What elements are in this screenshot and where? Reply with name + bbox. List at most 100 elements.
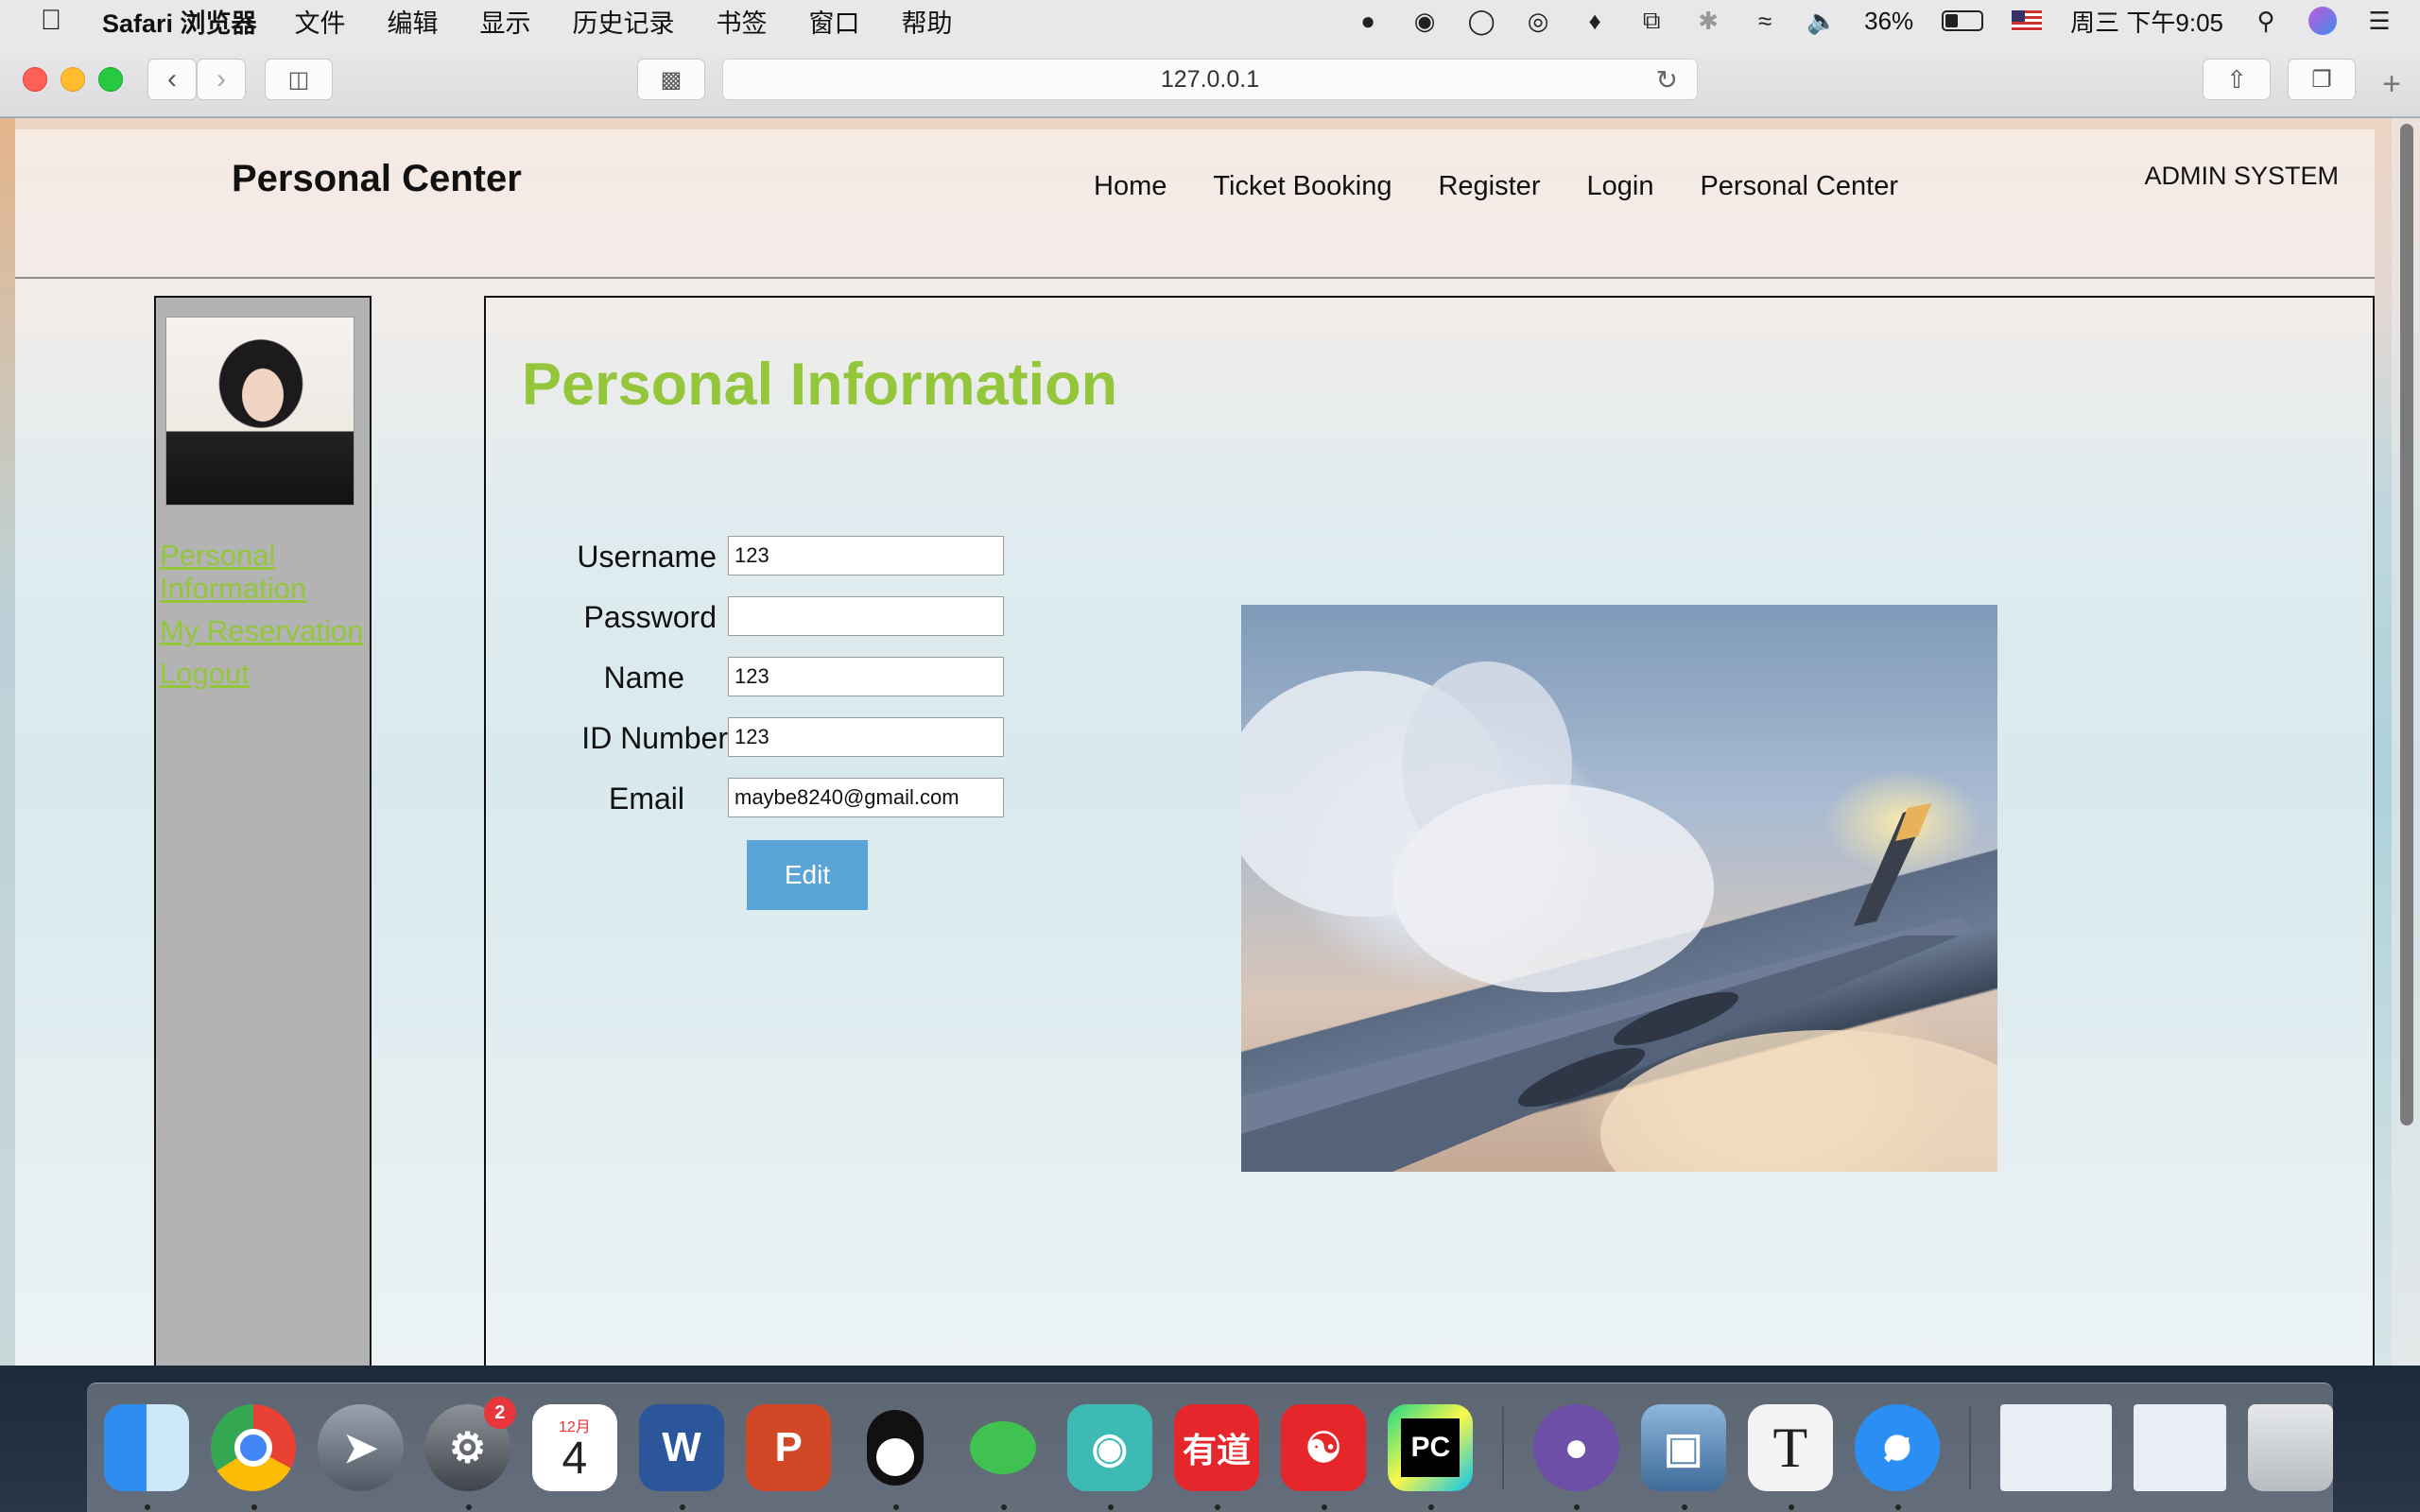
chrome-icon[interactable] xyxy=(211,1404,297,1510)
menu-view[interactable]: 显示 xyxy=(480,3,531,40)
background-strip xyxy=(0,118,15,1366)
siri-icon[interactable] xyxy=(2308,7,2337,35)
back-button[interactable]: ‹ xyxy=(147,59,197,100)
status-tray: ● ◉ ◯ ◎ ♦ ⧉ ✱ ≈ 🔈 36% 周三 下午9:05 ⚲ ☰ xyxy=(1354,4,2420,39)
id-number-field[interactable] xyxy=(728,717,1004,757)
email-field[interactable] xyxy=(728,778,1004,817)
menubar-clock[interactable]: 周三 下午9:05 xyxy=(2070,4,2223,39)
battery-percent: 36% xyxy=(1864,6,1914,35)
form-row-email: Email xyxy=(533,778,1006,819)
sidebar-link-personal-information[interactable]: Personal Information xyxy=(160,539,370,605)
bluetooth-icon[interactable]: ✱ xyxy=(1694,7,1722,35)
menu-bookmarks[interactable]: 书签 xyxy=(717,3,768,40)
youdao-dictionary-icon[interactable]: 有道 xyxy=(1173,1404,1260,1510)
safari-icon[interactable]: ➚ xyxy=(1854,1404,1941,1510)
menu-file[interactable]: 文件 xyxy=(295,3,346,40)
share-icon: ⇧ xyxy=(2226,64,2247,94)
macos-menu-bar:  Safari 浏览器 文件 编辑 显示 历史记录 书签 窗口 帮助 ● ◉ … xyxy=(0,0,2420,42)
site-header: Personal Center Home Ticket Booking Regi… xyxy=(15,129,2375,279)
sidebar-toggle-button[interactable]: ◫ xyxy=(265,59,333,100)
nav-home-link[interactable]: Home xyxy=(1094,171,1167,202)
qq-icon[interactable] xyxy=(853,1404,938,1510)
name-label: Name xyxy=(603,661,684,695)
share-button[interactable]: ⇧ xyxy=(2203,59,2271,100)
sidebar-link-logout[interactable]: Logout xyxy=(160,657,370,690)
edit-button[interactable]: Edit xyxy=(747,840,868,910)
menu-history[interactable]: 历史记录 xyxy=(573,3,675,40)
nav-register-link[interactable]: Register xyxy=(1438,171,1540,202)
launchpad-icon[interactable]: ➤ xyxy=(318,1404,404,1491)
volume-icon[interactable]: 🔈 xyxy=(1806,7,1837,35)
personal-info-panel: Personal Information Username Password N… xyxy=(484,296,2375,1366)
netease-music-icon[interactable]: ☯ xyxy=(1281,1404,1367,1510)
wifi-icon[interactable]: ≈ xyxy=(1751,7,1779,35)
close-window-button[interactable] xyxy=(23,67,47,92)
reload-icon[interactable]: ↻ xyxy=(1656,64,1678,95)
safari-toolbar: ‹ › ◫ ▩ 127.0.0.1 ↻ ⇧ ❐ + xyxy=(0,42,2420,117)
word-letter: W xyxy=(662,1424,701,1470)
notification-center-icon[interactable]: ☰ xyxy=(2365,7,2394,35)
password-label: Password xyxy=(583,600,717,634)
record-tray-icon[interactable]: ◎ xyxy=(1524,7,1552,35)
chevron-right-icon: › xyxy=(216,63,226,94)
address-bar[interactable]: 127.0.0.1 ↻ xyxy=(722,59,1698,100)
window-tray-icon[interactable]: ⧉ xyxy=(1637,6,1666,35)
airplane-wing-illustration xyxy=(1241,662,1997,1172)
sidebar-link-my-reservation[interactable]: My Reservation xyxy=(160,614,370,647)
word-icon[interactable]: W xyxy=(638,1404,725,1510)
tabs-icon: ❐ xyxy=(2311,66,2332,93)
app-menu-name[interactable]: Safari 浏览器 xyxy=(102,3,257,40)
typora-letter: T xyxy=(1772,1416,1808,1479)
screen-recorder-icon[interactable]: ◉ xyxy=(1066,1404,1152,1510)
web-viewport: Personal Center Home Ticket Booking Regi… xyxy=(0,118,2420,1366)
tabs-overview-button[interactable]: ❐ xyxy=(2288,59,2356,100)
chrome-window-thumbnail[interactable] xyxy=(2000,1404,2112,1491)
reader-extension-button[interactable]: ▩ xyxy=(637,59,705,100)
powerpoint-icon[interactable]: P xyxy=(746,1404,832,1491)
new-tab-button[interactable]: + xyxy=(2371,66,2412,108)
form-row-password: Password xyxy=(533,596,1006,638)
dock-separator-2 xyxy=(1969,1406,1972,1489)
name-field[interactable] xyxy=(728,657,1004,696)
apple-icon[interactable]:  xyxy=(23,5,79,37)
battery-icon[interactable] xyxy=(1942,10,1984,31)
input-source-flag-icon[interactable] xyxy=(2012,10,2043,31)
scrollbar-thumb[interactable] xyxy=(2400,124,2413,1125)
calendar-icon[interactable]: 12月 4 xyxy=(531,1404,617,1491)
menu-help[interactable]: 帮助 xyxy=(902,3,953,40)
sidebar-links: Personal Information My Reservation Logo… xyxy=(160,539,370,699)
wechat-icon[interactable] xyxy=(960,1404,1046,1510)
admin-system-link[interactable]: ADMIN SYSTEM xyxy=(2144,162,2339,191)
preview-icon[interactable]: ▣ xyxy=(1640,1404,1726,1510)
site-brand-title: Personal Center xyxy=(232,158,522,199)
chevron-left-icon: ‹ xyxy=(167,63,177,94)
pycharm-window-thumbnail[interactable] xyxy=(2133,1404,2226,1491)
fullscreen-window-button[interactable] xyxy=(98,67,123,92)
page-scrollbar[interactable] xyxy=(2392,118,2420,1366)
main-nav: Home Ticket Booking Register Login Perso… xyxy=(1094,171,1898,202)
username-field[interactable] xyxy=(728,536,1004,576)
trash-icon[interactable] xyxy=(2247,1404,2333,1491)
chat-bubble-tray-icon[interactable]: ◯ xyxy=(1467,7,1495,35)
nav-personal-center-link[interactable]: Personal Center xyxy=(1700,171,1898,202)
dock-area: ➤ ⚙ 2 12月 4 W P ◉ 有道 ☯ PC ● ▣ T ➚ xyxy=(0,1366,2420,1512)
spotlight-search-icon[interactable]: ⚲ xyxy=(2252,7,2280,35)
plus-icon: + xyxy=(2382,66,2401,102)
nav-login-link[interactable]: Login xyxy=(1586,171,1653,202)
nav-ticket-booking-link[interactable]: Ticket Booking xyxy=(1213,171,1392,202)
minimize-window-button[interactable] xyxy=(60,67,85,92)
typora-icon[interactable]: T xyxy=(1747,1404,1833,1510)
qq-tray-icon[interactable]: ● xyxy=(1354,7,1382,35)
evernote-tray-icon[interactable]: ♦ xyxy=(1581,7,1609,35)
finder-icon[interactable] xyxy=(104,1404,190,1510)
profile-sidebar: Personal Information My Reservation Logo… xyxy=(154,296,372,1366)
password-field[interactable] xyxy=(728,596,1004,636)
system-preferences-icon[interactable]: ⚙ 2 xyxy=(424,1397,516,1510)
wechat-tray-icon[interactable]: ◉ xyxy=(1410,7,1439,35)
pycharm-icon[interactable]: PC xyxy=(1388,1404,1474,1510)
menu-window[interactable]: 窗口 xyxy=(809,3,860,40)
forward-button[interactable]: › xyxy=(197,59,246,100)
github-desktop-icon[interactable]: ● xyxy=(1533,1404,1619,1510)
menu-edit[interactable]: 编辑 xyxy=(388,3,439,40)
url-text: 127.0.0.1 xyxy=(1160,65,1260,93)
